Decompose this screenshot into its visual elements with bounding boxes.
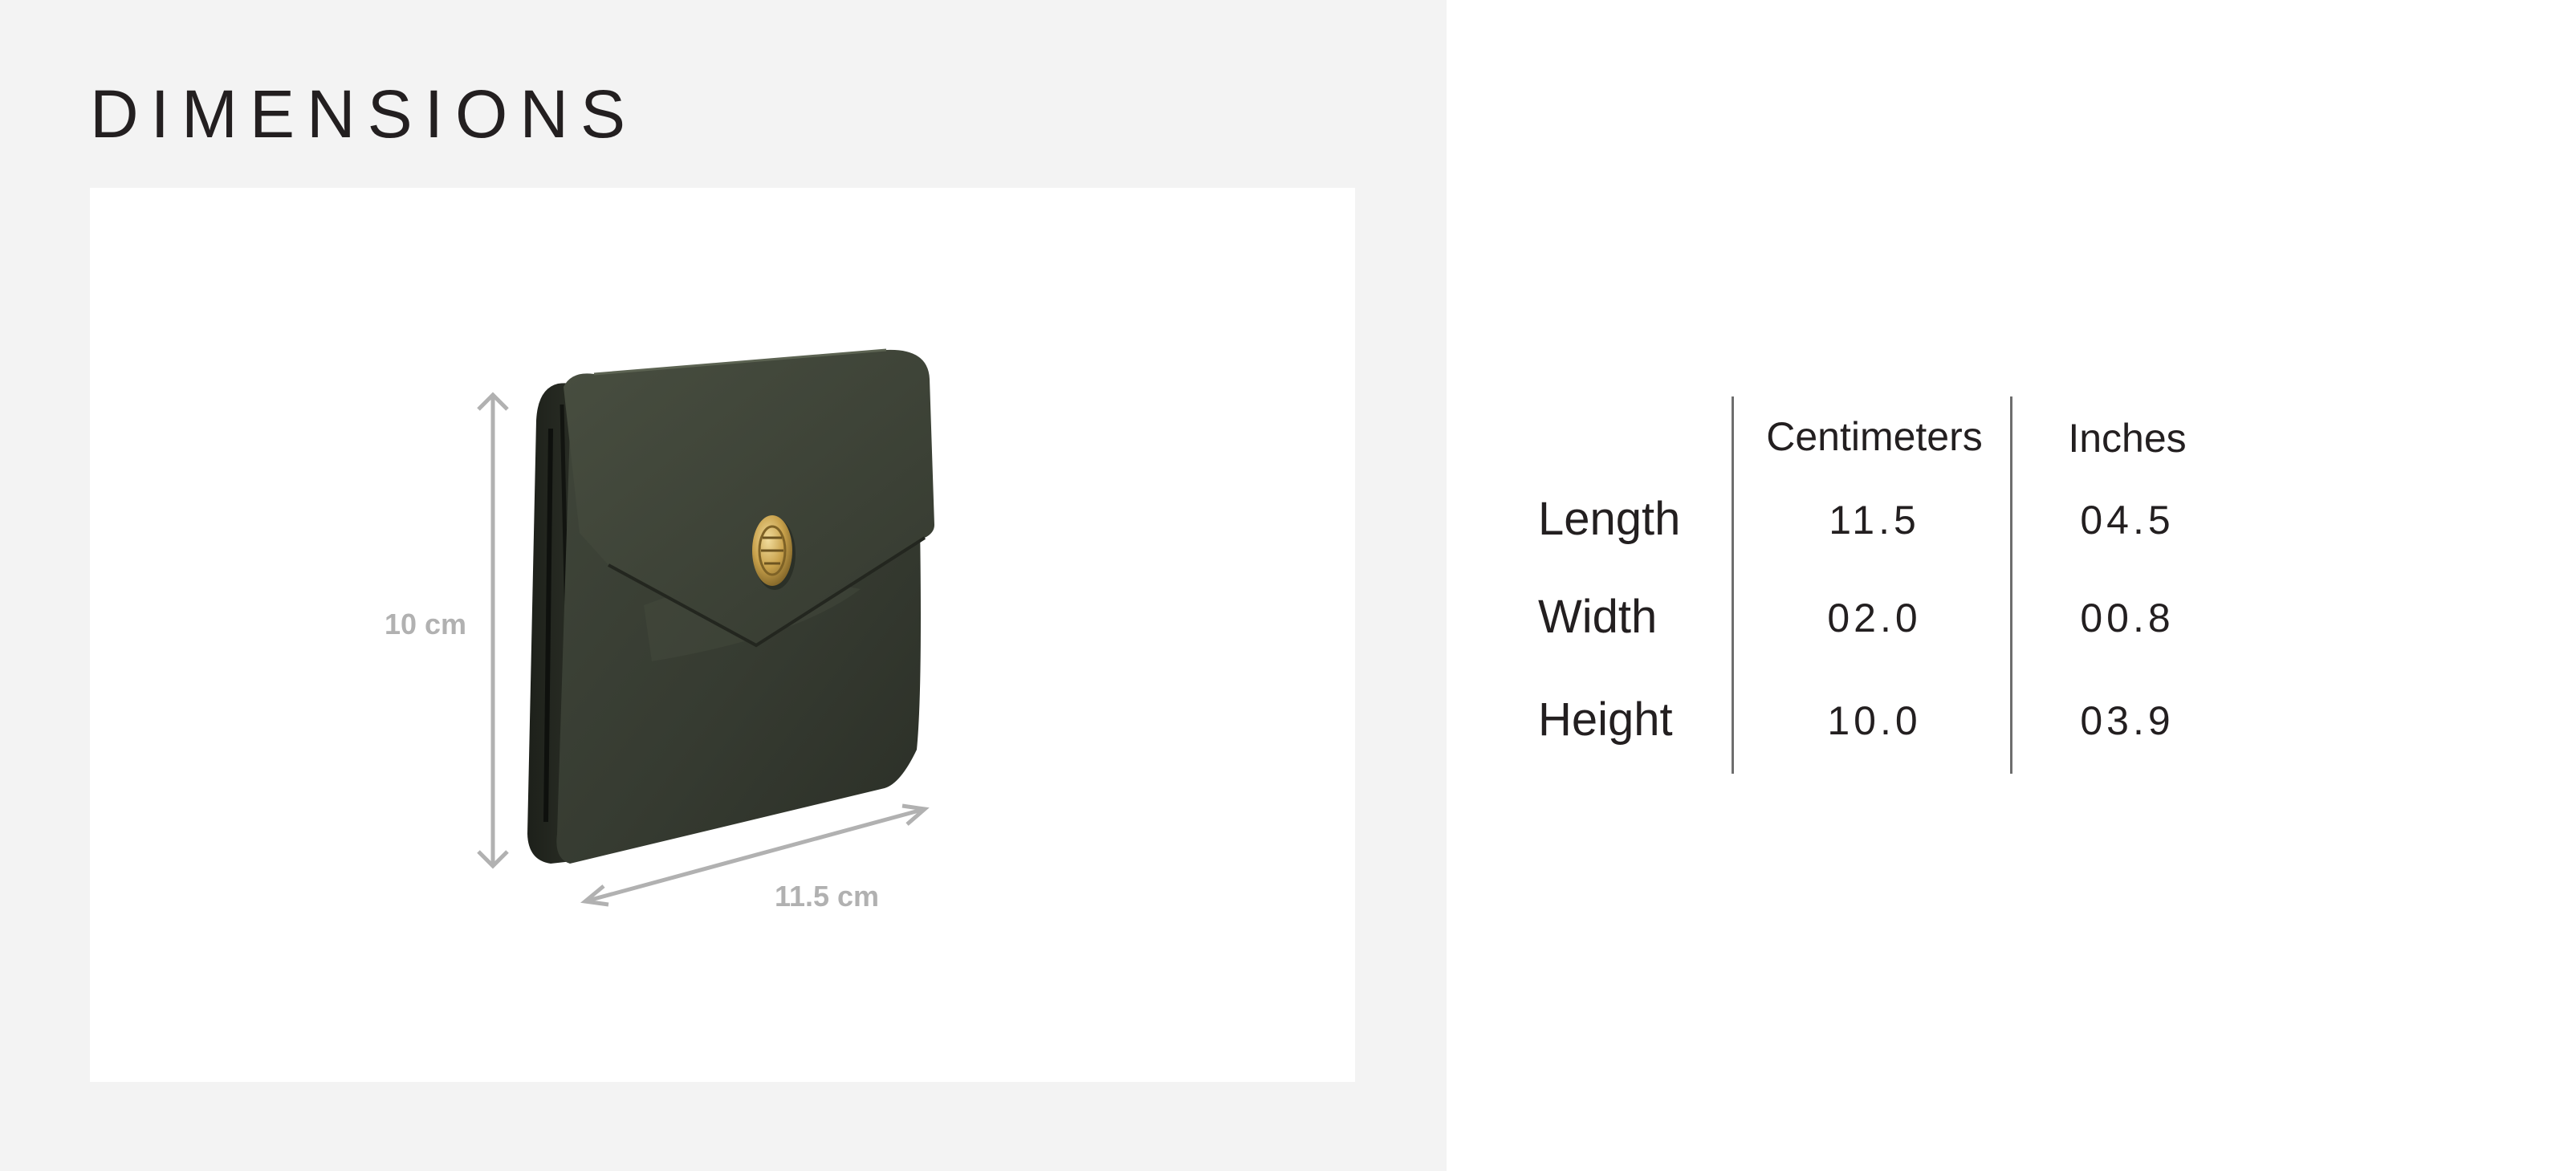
value-length-in: 04.5 xyxy=(2080,498,2175,543)
height-label: 10 cm xyxy=(385,608,466,640)
length-label: 11.5 cm xyxy=(775,880,879,913)
value-height-in: 03.9 xyxy=(2080,698,2175,743)
row-label-width: Width xyxy=(1538,591,1658,643)
product-photo: 10 cm 11.5 cm xyxy=(90,188,1355,1082)
value-width-in: 00.8 xyxy=(2080,596,2175,640)
row-label-length: Length xyxy=(1538,493,1681,545)
row-label-height: Height xyxy=(1538,693,1673,746)
value-length-cm: 11.5 xyxy=(1829,498,1920,543)
header-centimeters: Centimeters xyxy=(1766,414,1983,459)
header-inches: Inches xyxy=(2068,416,2187,461)
page-title: DIMENSIONS xyxy=(90,76,638,152)
value-height-cm: 10.0 xyxy=(1827,698,1922,743)
wallet-illustration: 10 cm 11.5 cm xyxy=(385,348,934,913)
product-image-panel: DIMENSIONS 10 cm 11.5 cm xyxy=(0,0,1447,1171)
dimensions-table: Centimeters Inches Length 11.5 04.5 Widt… xyxy=(1525,396,2248,774)
wallet xyxy=(527,348,934,864)
value-width-cm: 02.0 xyxy=(1827,596,1922,640)
